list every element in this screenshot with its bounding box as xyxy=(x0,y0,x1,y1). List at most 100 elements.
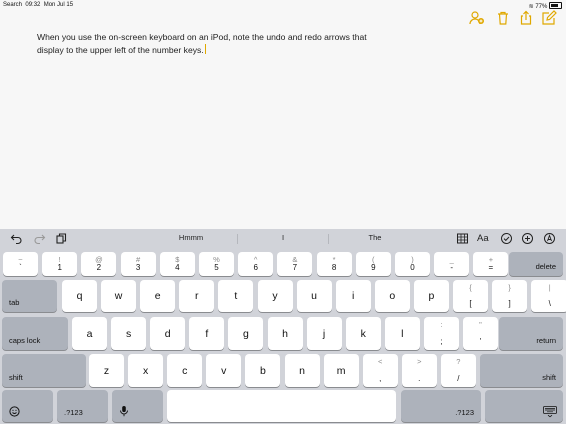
shift-right-key[interactable]: shift xyxy=(480,354,563,387)
key-.[interactable]: >. xyxy=(401,354,437,387)
key-b[interactable]: b xyxy=(245,354,281,387)
key-3[interactable]: #3 xyxy=(120,252,156,276)
key-i[interactable]: i xyxy=(335,280,371,312)
tab-key[interactable]: tab xyxy=(2,280,57,312)
key-label: 4 xyxy=(175,263,180,272)
key-6[interactable]: ^ 6 xyxy=(238,252,274,276)
key-label: b xyxy=(259,364,266,377)
key-label: a xyxy=(86,327,93,340)
numbers-key-left[interactable]: .?123 xyxy=(57,390,108,422)
key-1[interactable]: ! 1 xyxy=(42,252,78,276)
key-;[interactable]: :; xyxy=(423,317,459,350)
key-label: y xyxy=(272,290,278,302)
key-4[interactable]: $4 xyxy=(159,252,195,276)
key-[[interactable]: {[ xyxy=(453,280,488,312)
key-y[interactable]: y xyxy=(257,280,293,312)
add-icon[interactable] xyxy=(521,232,534,245)
return-key[interactable]: return xyxy=(499,317,563,350)
key-label: 9 xyxy=(371,263,376,272)
key-k[interactable]: k xyxy=(345,317,381,350)
key-label: j xyxy=(322,327,326,340)
key-d[interactable]: d xyxy=(150,317,186,350)
back-to-app[interactable]: Search xyxy=(3,2,22,8)
key-label: t xyxy=(234,290,238,302)
checklist-icon[interactable] xyxy=(500,232,513,245)
key-9[interactable]: (9 xyxy=(355,252,391,276)
paste-icon[interactable] xyxy=(55,232,68,245)
key-label: f xyxy=(205,327,209,340)
key-label: w xyxy=(114,290,123,302)
shift-left-key[interactable]: shift xyxy=(2,354,86,387)
key-s[interactable]: s xyxy=(111,317,147,350)
key-'[interactable]: " ' xyxy=(463,317,498,350)
suggestion-2[interactable]: I xyxy=(253,233,313,242)
microphone-icon xyxy=(120,406,128,417)
key-e[interactable]: e xyxy=(140,280,176,312)
key-0[interactable]: ) 0 xyxy=(395,252,430,276)
key-8[interactable]: * 8 xyxy=(316,252,352,276)
key-t[interactable]: t xyxy=(218,280,254,312)
key-o[interactable]: o xyxy=(374,280,410,312)
key-label: delete xyxy=(535,262,556,271)
table-icon[interactable] xyxy=(456,232,469,245)
key-h[interactable]: h xyxy=(267,317,303,350)
key-l[interactable]: l xyxy=(384,317,420,350)
emoji-key[interactable] xyxy=(2,390,53,422)
trash-icon[interactable] xyxy=(495,10,511,26)
share-icon[interactable] xyxy=(518,10,534,26)
key-\[interactable]: | \ xyxy=(531,280,566,312)
key-7[interactable]: & 7 xyxy=(277,252,313,276)
redo-icon[interactable] xyxy=(33,232,46,245)
compose-icon[interactable] xyxy=(541,10,557,26)
note-body[interactable]: When you use the on-screen keyboard on a… xyxy=(37,31,377,57)
add-person-icon[interactable] xyxy=(469,10,485,26)
key-f[interactable]: f xyxy=(189,317,225,350)
key-m[interactable]: m xyxy=(323,354,359,387)
numbers-key-right[interactable]: .?123 xyxy=(401,390,481,422)
suggestion-3[interactable]: The xyxy=(345,233,405,242)
key-q[interactable]: q xyxy=(62,280,97,312)
undo-icon[interactable] xyxy=(10,232,23,245)
key-g[interactable]: g xyxy=(228,317,264,350)
note-line-2: display to the upper left of the number … xyxy=(37,44,206,55)
key-,[interactable]: <, xyxy=(362,354,398,387)
key-a[interactable]: a xyxy=(72,317,107,350)
key-label: d xyxy=(164,327,171,340)
key-label: ; xyxy=(440,337,443,346)
key-p[interactable]: p xyxy=(413,280,449,312)
key-5[interactable]: % 5 xyxy=(199,252,234,276)
format-text-icon[interactable]: Aa xyxy=(477,233,493,246)
key-j[interactable]: j xyxy=(306,317,342,350)
key-label: r xyxy=(195,290,199,302)
key-n[interactable]: n xyxy=(284,354,320,387)
suggestion-1[interactable]: Hmmm xyxy=(161,233,221,242)
markup-icon[interactable] xyxy=(543,232,556,245)
caps-lock-key[interactable]: caps lock xyxy=(2,317,68,350)
dictation-key[interactable] xyxy=(112,390,163,422)
key-u[interactable]: u xyxy=(296,280,332,312)
status-date: Mon Jul 15 xyxy=(43,2,74,8)
key-w[interactable]: w xyxy=(101,280,137,312)
hide-keyboard-key[interactable] xyxy=(485,390,563,422)
key-z[interactable]: z xyxy=(89,354,124,387)
key-label: h xyxy=(282,327,288,340)
key-label: - xyxy=(450,263,454,272)
key-x[interactable]: x xyxy=(128,354,164,387)
key-label: p xyxy=(428,290,435,302)
key--[interactable]: _ - xyxy=(434,252,470,276)
key-/[interactable]: ? / xyxy=(440,354,476,387)
key-label: return xyxy=(536,336,556,345)
key-label: e xyxy=(154,290,161,302)
delete-key[interactable]: delete xyxy=(509,252,563,276)
key-v[interactable]: v xyxy=(206,354,242,387)
space-bar[interactable] xyxy=(167,390,396,422)
key-shift-label: < xyxy=(377,357,383,366)
key-2[interactable]: @2 xyxy=(81,252,117,276)
key-=[interactable]: + = xyxy=(473,252,509,276)
key-c[interactable]: c xyxy=(167,354,203,387)
key-label: 7 xyxy=(292,263,298,272)
key-r[interactable]: r xyxy=(179,280,215,312)
key-`[interactable]: ~ ` xyxy=(3,252,38,276)
key-shift-label: } xyxy=(508,283,511,292)
key-][interactable]: }] xyxy=(492,280,528,312)
